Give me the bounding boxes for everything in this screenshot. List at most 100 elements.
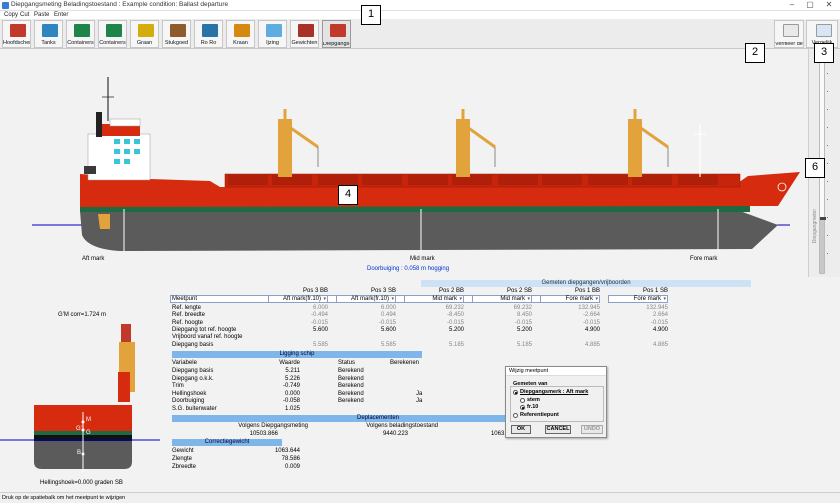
table-cell: -8.450 — [446, 312, 464, 319]
maximize-button[interactable]: ▢ — [801, 0, 819, 11]
title-bar: Diepgangsmeting Beladingstoestand : Exam… — [0, 0, 840, 11]
change-measure-point-dialog: Wijzig meetpunt Gemeten van Diepgangsmer… — [505, 366, 607, 438]
close-button[interactable]: ✕ — [820, 0, 838, 11]
correction-weight-header: Correctiegewicht — [172, 439, 282, 446]
table-cell: -2.664 — [582, 312, 600, 319]
tanks-icon — [42, 24, 58, 37]
roro-icon — [202, 24, 218, 37]
callout-2: 2 — [745, 43, 765, 63]
column-header: Pos 2 BB — [438, 288, 464, 294]
meetpunt-dropdown[interactable]: Mid mark — [472, 295, 532, 303]
toolbar: HoofdschermTanksContainersContainersGraa… — [0, 19, 840, 49]
boot-top-stripe — [80, 206, 750, 212]
table-cell[interactable]: 5.200 — [406, 327, 464, 334]
table-cell: -0.015 — [310, 319, 328, 326]
table-cell[interactable]: 4.900 — [542, 327, 600, 334]
toolbar-button-graan[interactable]: Graan — [130, 20, 159, 48]
correction-label: Zlengte — [172, 456, 193, 462]
meetpunt-dropdown[interactable]: Fore mark — [608, 295, 668, 303]
row-label: Ref. lengte — [172, 305, 202, 311]
cross-section-drawing — [0, 324, 160, 472]
col-value: Waarde — [279, 360, 300, 366]
position-label: Diepgang basis — [172, 368, 214, 374]
toolbar-button-ijzing[interactable]: Ijzing — [258, 20, 287, 48]
col-status: Status — [338, 360, 356, 366]
row-label: Ref. hoogte — [172, 319, 204, 326]
table-cell: 69.232 — [513, 305, 532, 311]
menu-enter[interactable]: Enter — [54, 11, 68, 19]
row-label: Vrijboord vanaf ref. hoogte — [172, 334, 243, 341]
table-cell: 5.585 — [380, 341, 396, 348]
scale-handle[interactable] — [820, 217, 826, 220]
toolbar-button-stukgoed[interactable]: Stukgoed — [162, 20, 191, 48]
frame-radio[interactable] — [520, 405, 525, 410]
table-cell[interactable]: 5.600 — [270, 327, 328, 334]
toolbar-button-diepgangs-meting[interactable]: Diepgangs-meting — [322, 20, 351, 48]
meetpunt-dropdown[interactable]: Fore mark — [540, 295, 600, 303]
displacement-loading-label: Volgens beladingstoestand — [366, 423, 438, 429]
toolbar-button-kraan[interactable]: Kraan — [226, 20, 255, 48]
position-value: -0.749 — [282, 383, 300, 390]
grain-icon — [138, 24, 154, 37]
cargo-icon — [170, 24, 186, 37]
correction-label: Zbreedte — [172, 464, 197, 470]
status-bar: Druk op de spatiebalk om het meetpunt te… — [0, 492, 840, 503]
toolbar-button-gewichten[interactable]: Gewichten — [290, 20, 319, 48]
meetpunt-dropdown[interactable]: Aft mark(fr.10) — [268, 295, 328, 303]
measured-draughts-header: Gemeten diepgangen/vrijboorden — [421, 280, 751, 287]
callout-6: 6 — [805, 158, 825, 178]
col-variable: Variabele — [172, 360, 197, 366]
toolbar-button-containers[interactable]: Containers — [98, 20, 127, 48]
ship-profile-view[interactable]: Aft mark Mid mark Fore mark Doorbuiging … — [0, 49, 808, 277]
crane-mid — [456, 109, 496, 177]
toolbar-button-hoofdscherm[interactable]: Hoofdscherm — [2, 20, 31, 48]
row-label: Ref. breedte — [172, 312, 206, 319]
menu-copy[interactable]: Copy — [4, 11, 18, 19]
metacenter-label: M — [86, 417, 91, 423]
meetpunt-dropdown[interactable]: Mid mark — [404, 295, 464, 303]
verify-displacement-button[interactable]: Verifieer deplacement — [774, 20, 804, 48]
reference-point-radio[interactable] — [513, 413, 518, 418]
ok-button[interactable]: OK — [511, 425, 531, 434]
menu-cut[interactable]: Cut — [20, 11, 29, 19]
correction-label: Gewicht — [172, 448, 194, 454]
verify-icon — [783, 24, 799, 37]
correction-value: 0.009 — [284, 464, 300, 470]
meetpunt-label: Meetpunt — [172, 296, 198, 302]
stem-label: stem — [527, 397, 540, 403]
toolbar-button-tanks[interactable]: Tanks — [34, 20, 63, 48]
toolbar-button-containers[interactable]: Containers — [66, 20, 95, 48]
position-calculate[interactable]: Ja — [416, 391, 422, 398]
callout-1: 1 — [361, 5, 381, 25]
correction-value: 1063.644 — [274, 448, 300, 454]
column-header: Pos 1 SB — [642, 288, 668, 294]
table-cell: -0.015 — [446, 319, 464, 326]
gravity-corrected-label: G — [86, 430, 91, 436]
scale-fill — [820, 219, 824, 273]
meetpunt-dropdown[interactable]: Aft mark(fr.10) — [336, 295, 396, 303]
cross-section-view[interactable]: G'M corr=1.724 m M G' G B Hellingshoek=0… — [0, 277, 168, 492]
minimize-button[interactable]: – — [783, 0, 801, 11]
cancel-button[interactable]: CANCEL — [545, 425, 571, 434]
container-icon — [74, 24, 90, 37]
undo-button[interactable]: UNDO — [581, 425, 603, 434]
position-calculate[interactable]: Ja — [416, 398, 422, 405]
app-icon — [2, 2, 9, 9]
menu-paste[interactable]: Paste — [34, 11, 49, 19]
stem-radio[interactable] — [520, 398, 525, 403]
draught-mark-radio[interactable] — [513, 390, 518, 395]
weights-icon — [298, 24, 314, 37]
position-status: Berekend — [338, 375, 364, 382]
table-cell[interactable]: 4.900 — [610, 327, 668, 334]
position-value: -0.058 — [282, 398, 300, 405]
position-value: 5.226 — [284, 375, 300, 382]
column-header: Pos 3 BB — [302, 288, 328, 294]
displacement-loading-value: 9440.223 — [382, 431, 408, 437]
position-label: Trim — [172, 383, 184, 390]
table-cell: 6.000 — [380, 305, 396, 311]
table-cell[interactable]: 5.200 — [474, 327, 532, 334]
table-cell[interactable]: 5.600 — [338, 327, 396, 334]
position-status: Berekend — [338, 390, 364, 397]
toolbar-button-ro-ro[interactable]: Ro Ro — [194, 20, 223, 48]
frame-label: fr.10 — [527, 404, 539, 410]
